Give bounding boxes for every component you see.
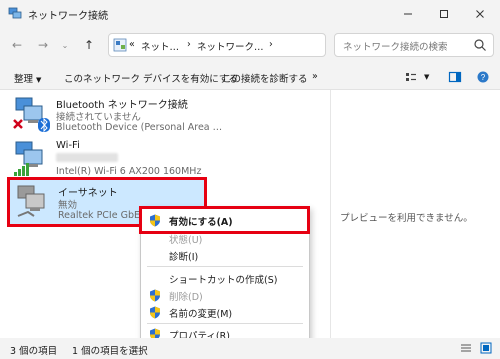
redacted-network-name <box>56 153 118 162</box>
menu-separator <box>147 266 303 267</box>
search-icon <box>474 39 486 51</box>
navigation-bar: ← → ⌄ ↑ « ネット… › ネットワーク… › ⌄ ↻ ネットワーク接続の… <box>0 28 500 64</box>
address-overflow[interactable]: « <box>129 39 135 50</box>
up-button[interactable]: ↑ <box>80 36 98 54</box>
caret-down-icon: ▼ <box>36 76 42 84</box>
minimize-icon <box>404 13 412 15</box>
recent-locations-button[interactable]: ⌄ <box>56 36 74 54</box>
menu-item-label: 名前の変更(M) <box>169 309 233 320</box>
maximize-button[interactable] <box>426 0 462 28</box>
status-bar: 3 個の項目 1 個の項目を選択 <box>0 338 500 359</box>
chevron-down-icon: ⌄ <box>61 40 69 50</box>
enable-device-button[interactable]: このネットワーク デバイスを有効にする <box>64 71 238 85</box>
help-icon[interactable]: ? <box>476 70 490 84</box>
menu-item-label: 削除(D) <box>169 292 203 303</box>
view-options-icon[interactable] <box>404 70 418 84</box>
view-dropdown-icon[interactable]: ▼ <box>424 73 429 81</box>
connection-status: 接続されていません <box>56 112 141 123</box>
uac-shield-icon <box>150 306 160 319</box>
close-button[interactable] <box>462 0 498 28</box>
forward-button[interactable]: → <box>34 36 52 54</box>
address-segment-network-connections[interactable]: ネットワーク… <box>197 39 264 53</box>
menu-item-label: 診断(I) <box>169 252 199 263</box>
pane-divider <box>330 90 331 338</box>
connection-wifi[interactable]: Wi-Fi Intel(R) Wi-Fi 6 AX200 160MHz <box>8 136 208 180</box>
search-input[interactable]: ネットワーク接続の検索 <box>334 33 494 57</box>
close-icon <box>476 10 484 18</box>
address-separator: › <box>269 39 273 50</box>
organize-button[interactable]: 整理 ▼ <box>14 71 41 85</box>
svg-text:?: ? <box>481 73 486 82</box>
bluetooth-network-icon <box>13 97 50 133</box>
menu-item-diagnose[interactable]: 診断(I) <box>141 247 309 264</box>
window-title: ネットワーク接続 <box>28 11 108 22</box>
details-view-icon[interactable] <box>460 342 472 354</box>
connection-bluetooth[interactable]: Bluetooth ネットワーク接続 接続されていません Bluetooth D… <box>8 92 222 136</box>
network-connections-icon <box>8 7 22 19</box>
control-panel-icon <box>113 38 127 52</box>
menu-item-rename[interactable]: 名前の変更(M) <box>141 304 309 321</box>
connection-device: Bluetooth Device (Personal Area … <box>56 122 223 133</box>
connection-name: Wi-Fi <box>56 140 80 151</box>
highlight-enable-menu-item <box>139 206 310 234</box>
uac-shield-icon <box>150 289 160 302</box>
search-placeholder: ネットワーク接続の検索 <box>343 42 448 53</box>
menu-item-delete[interactable]: 削除(D) <box>141 287 309 304</box>
more-commands-button[interactable]: » <box>312 71 318 82</box>
menu-separator <box>147 323 303 324</box>
diagnose-button[interactable]: この接続を診断する <box>222 71 308 85</box>
menu-item-create-shortcut[interactable]: ショートカットの作成(S) <box>141 270 309 287</box>
connection-device: Intel(R) Wi-Fi 6 AX200 160MHz <box>56 166 202 177</box>
organize-label: 整理 <box>14 74 34 85</box>
item-count: 3 個の項目 <box>10 346 58 357</box>
address-separator: › <box>187 39 191 50</box>
menu-item-label: 状態(U) <box>169 235 203 246</box>
minimize-button[interactable] <box>390 0 426 28</box>
selected-count: 1 個の項目を選択 <box>72 346 148 357</box>
back-button[interactable]: ← <box>8 36 26 54</box>
tiles-view-icon[interactable] <box>480 342 492 354</box>
maximize-icon <box>440 10 448 18</box>
arrow-left-icon: ← <box>11 38 23 52</box>
wifi-network-icon <box>14 141 43 176</box>
title-bar: ネットワーク接続 <box>0 0 500 28</box>
address-bar[interactable]: « ネット… › ネットワーク… › ⌄ ↻ <box>108 33 418 57</box>
menu-item-label: ショートカットの作成(S) <box>169 275 278 286</box>
address-segment-network[interactable]: ネット… <box>141 39 179 53</box>
arrow-up-icon: ↑ <box>83 38 95 52</box>
preview-pane-icon[interactable] <box>448 70 462 84</box>
command-bar: 整理 ▼ このネットワーク デバイスを有効にする この接続を診断する » ▼ ? <box>0 64 500 90</box>
arrow-right-icon: → <box>37 38 49 52</box>
preview-message: プレビューを利用できません。 <box>340 213 473 224</box>
